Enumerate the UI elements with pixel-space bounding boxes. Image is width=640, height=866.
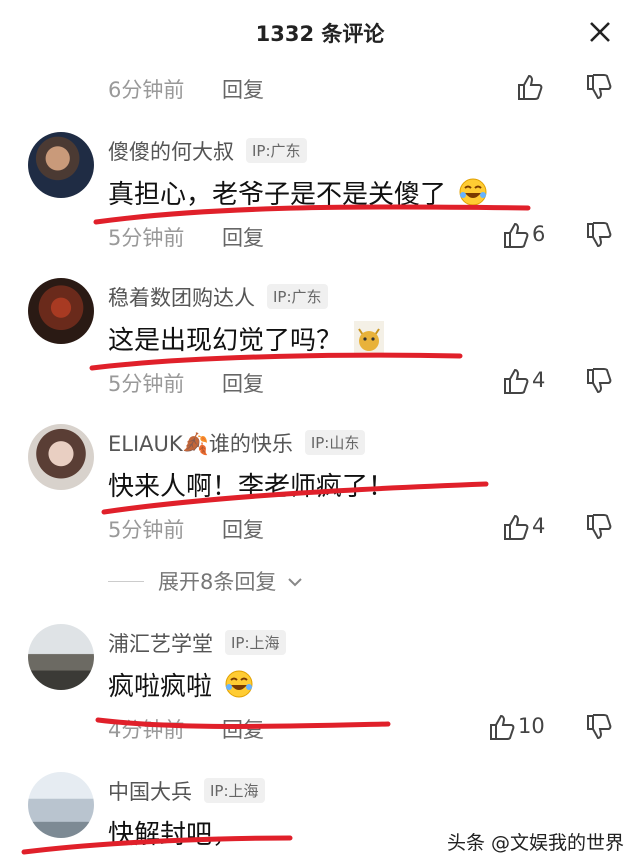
laughing-tears-emoji-icon [459, 178, 487, 206]
reply-button[interactable]: 回复 [222, 714, 264, 744]
ip-badge: IP:上海 [225, 630, 286, 655]
expand-replies-label[interactable]: 展开8条回复 [158, 570, 276, 594]
comment-text: 快解封吧， [108, 814, 238, 851]
ip-badge: IP:山东 [304, 430, 366, 455]
like-icon[interactable] [488, 712, 516, 742]
comment-time: 5分钟前 [108, 518, 185, 542]
reply-button[interactable]: 回复 [222, 74, 264, 104]
comment-text-body: 真担心，老爷子是不是关傻了 [108, 180, 447, 210]
username-text[interactable]: 中国大兵 [108, 780, 192, 804]
expand-replies-button[interactable]: 展开8条回复 [108, 566, 303, 596]
dislike-icon[interactable] [584, 512, 614, 542]
username[interactable]: 傻傻的何大叔 IP:广东 [108, 136, 307, 166]
watermark: 头条 @文娱我的世界 [446, 832, 624, 854]
comment-text-body: 这是出现幻觉了吗？ [108, 326, 343, 356]
ip-badge: IP:上海 [204, 778, 265, 803]
like-icon[interactable] [502, 512, 530, 542]
avatar[interactable] [28, 772, 94, 838]
username[interactable]: ELIAUK🍂谁的快乐 IP:山东 [108, 428, 366, 458]
username-text[interactable]: ELIAUK🍂谁的快乐 [108, 432, 293, 456]
like-count: 10 [518, 714, 545, 738]
dislike-icon[interactable] [584, 712, 614, 742]
avatar[interactable] [28, 624, 94, 690]
avatar[interactable] [28, 424, 94, 490]
dislike-icon[interactable] [584, 366, 614, 396]
ip-badge: IP:广东 [267, 284, 328, 309]
reply-button[interactable]: 回复 [222, 368, 264, 398]
avatar[interactable] [28, 278, 94, 344]
comment-text: 这是出现幻觉了吗？ [108, 320, 385, 357]
comment-time: 5分钟前 [108, 372, 185, 396]
comments-header: 1332 条评论 [0, 0, 640, 66]
laughing-tears-emoji-icon [225, 670, 253, 698]
chevron-down-icon [288, 578, 302, 587]
username[interactable]: 浦汇艺学堂 IP:上海 [108, 628, 286, 658]
comment-text-body: 快来人啊！李老师疯了！ [108, 472, 395, 502]
username[interactable]: 中国大兵 IP:上海 [108, 776, 265, 806]
like-count: 4 [532, 514, 546, 538]
comment-time: 5分钟前 [108, 226, 185, 250]
comment-time: 4分钟前 [108, 718, 185, 742]
reply-button[interactable]: 回复 [222, 514, 264, 544]
username-text[interactable]: 浦汇艺学堂 [108, 632, 213, 656]
like-icon[interactable] [502, 366, 530, 396]
comment-text: 快来人啊！李老师疯了！ [108, 466, 394, 503]
like-count: 4 [532, 368, 546, 392]
like-count: 6 [532, 222, 546, 246]
dislike-icon[interactable] [584, 72, 614, 102]
cat-emoji-icon [354, 321, 385, 353]
comment-text: 疯啦疯啦 [108, 666, 254, 703]
dislike-icon[interactable] [584, 220, 614, 250]
like-icon[interactable] [516, 72, 544, 102]
avatar[interactable] [28, 132, 94, 198]
reply-button[interactable]: 回复 [222, 222, 264, 252]
like-icon[interactable] [502, 220, 530, 250]
username[interactable]: 稳着数团购达人 IP:广东 [108, 282, 328, 312]
comment-text: 真担心，老爷子是不是关傻了 [108, 174, 488, 211]
comment-text-body: 疯啦疯啦 [108, 672, 213, 702]
divider [108, 581, 144, 582]
ip-badge: IP:广东 [246, 138, 307, 163]
comment-time: 6分钟前 [108, 78, 185, 102]
comment-text-body: 快解封吧， [108, 820, 239, 850]
username-text[interactable]: 傻傻的何大叔 [108, 140, 234, 164]
close-icon[interactable] [582, 14, 618, 50]
comment-count-title: 1332 条评论 [255, 22, 385, 46]
username-text[interactable]: 稳着数团购达人 [108, 286, 255, 310]
